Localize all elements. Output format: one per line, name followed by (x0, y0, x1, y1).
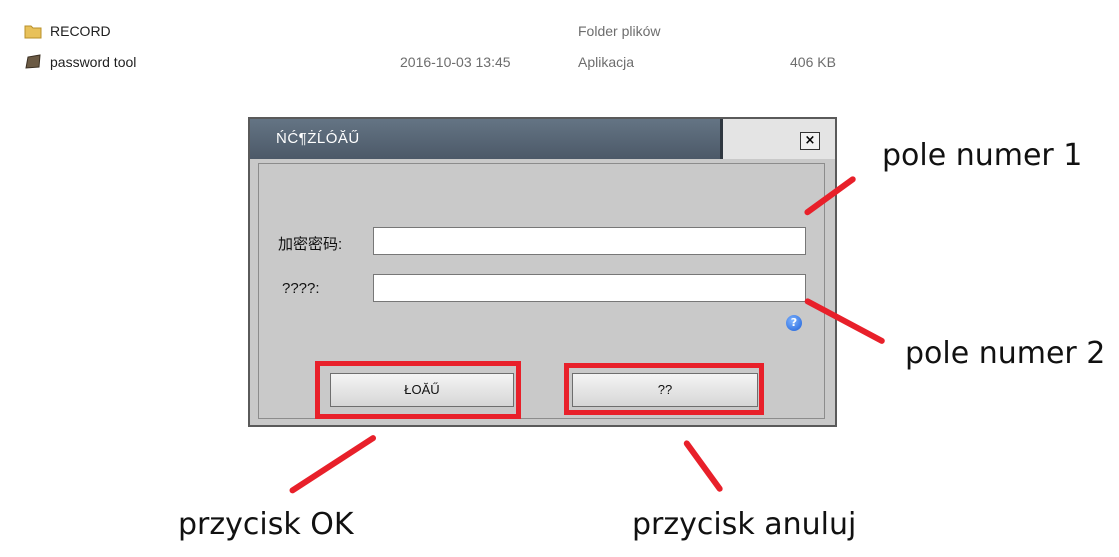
close-button[interactable]: × (800, 132, 820, 150)
field1-label: 加密密码: (278, 236, 343, 253)
file-date: 2016-10-03 13:45 (400, 54, 511, 70)
help-icon[interactable]: ? (786, 315, 802, 331)
annotation-ok: przycisk OK (178, 507, 354, 542)
ok-button-highlight (315, 361, 521, 419)
file-type: Aplikacja (578, 54, 635, 70)
file-size: 406 KB (790, 54, 836, 70)
file-type: Folder plików (578, 23, 661, 39)
file-row-record[interactable]: RECORD Folder plików (0, 20, 1119, 42)
annotation-cancel: przycisk anuluj (632, 507, 857, 542)
annotation-field1: pole numer 1 (882, 138, 1083, 173)
application-icon (24, 54, 42, 70)
field2-label: ????: (282, 280, 320, 297)
password-field-2[interactable] (373, 274, 806, 302)
dialog-titlebar[interactable]: ŃĆ¶ŻĹÓĂŰ × (250, 119, 835, 159)
dialog-title: ŃĆ¶ŻĹÓĂŰ (276, 130, 360, 147)
annotation-field2: pole numer 2 (905, 336, 1106, 371)
file-name: RECORD (50, 23, 111, 39)
title-bar-dark: ŃĆ¶ŻĹÓĂŰ (250, 119, 723, 159)
file-row-password-tool[interactable]: password tool 2016-10-03 13:45 Aplikacja… (0, 51, 1119, 73)
password-field-1[interactable] (373, 227, 806, 255)
file-name: password tool (50, 54, 137, 70)
folder-icon (24, 23, 42, 39)
cancel-button-highlight (564, 363, 764, 415)
